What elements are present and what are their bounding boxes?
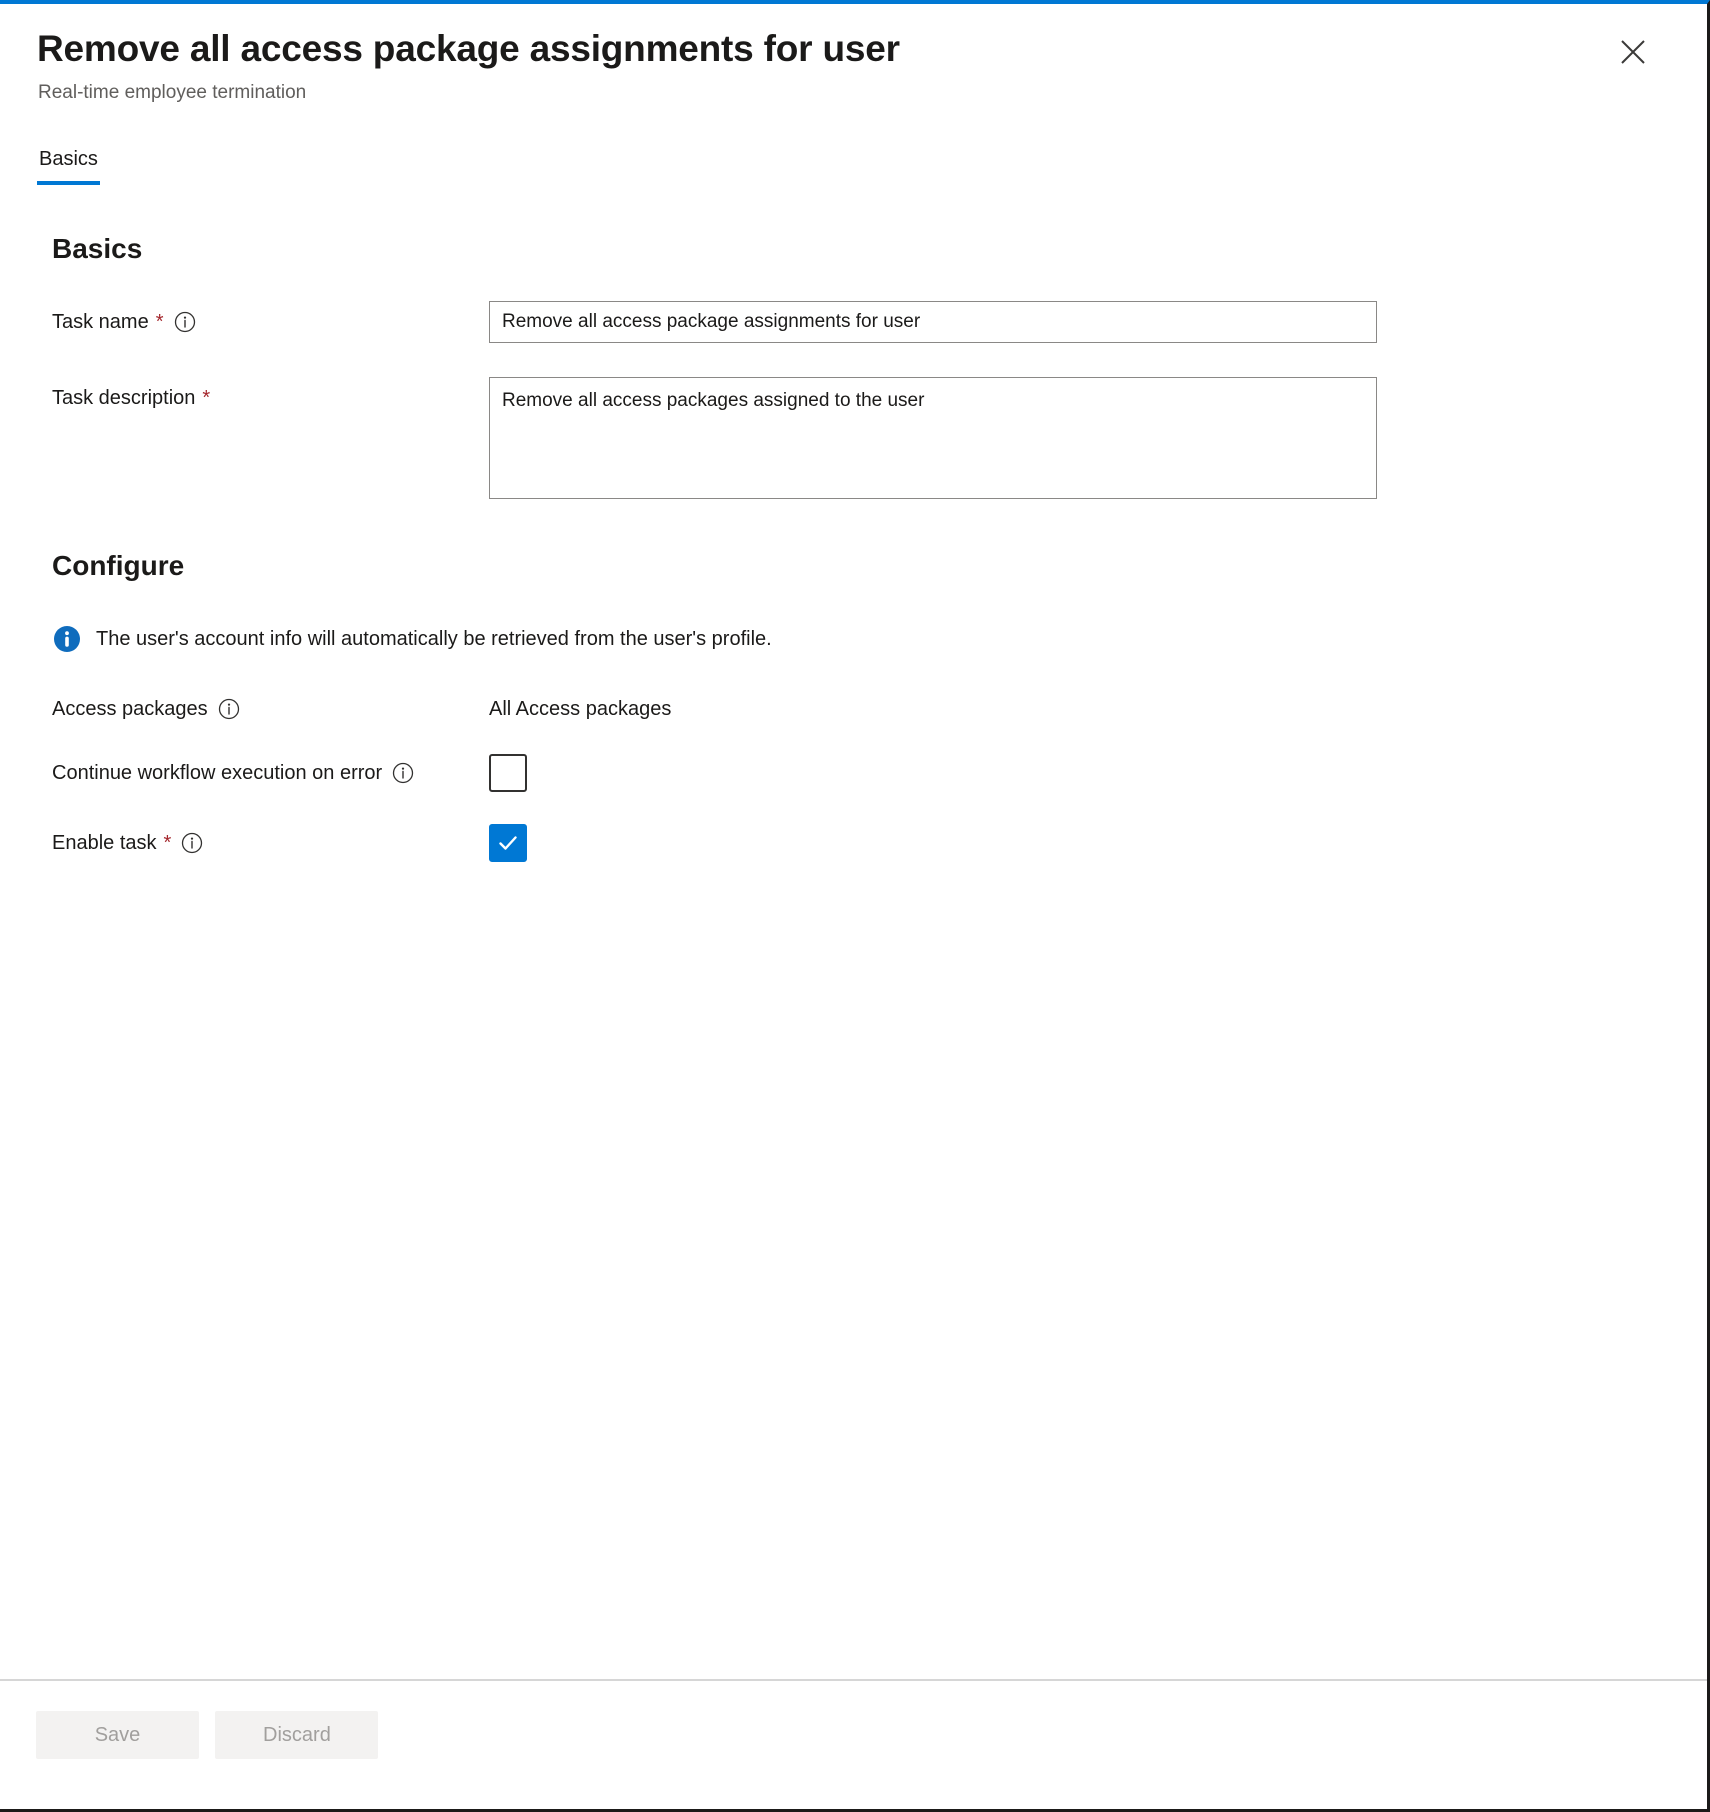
task-name-label: Task name * [52,301,489,335]
blade-body: Basics Task name * Task de [0,185,1707,1679]
field-row-access-packages: Access packages All Access packages [52,688,1667,722]
info-banner-text: The user's account info will automatical… [96,628,772,650]
info-outline-icon[interactable] [218,698,240,720]
info-filled-icon [52,624,82,654]
page-title: Remove all access package assignments fo… [37,28,900,69]
save-button[interactable]: Save [36,1711,199,1759]
continue-on-error-label: Continue workflow execution on error [52,752,489,786]
info-outline-icon[interactable] [174,311,196,333]
field-row-continue-on-error: Continue workflow execution on error [52,752,1667,792]
task-description-input[interactable] [489,377,1377,499]
access-packages-value: All Access packages [489,698,672,720]
section-heading-basics: Basics [52,233,143,264]
continue-on-error-checkbox[interactable] [489,754,527,792]
enable-task-control [489,822,1667,862]
field-row-task-name: Task name * [52,301,1667,343]
section-heading-configure: Configure [52,550,185,581]
required-marker: * [202,387,211,409]
task-detail-blade: Remove all access package assignments fo… [0,0,1710,1812]
access-packages-label-text: Access packages [52,698,208,720]
access-packages-control: All Access packages [489,688,1667,722]
tab-basics-label: Basics [39,148,98,170]
tab-basics[interactable]: Basics [37,142,100,185]
info-outline-icon[interactable] [392,762,414,784]
task-name-label-text: Task name [52,311,149,333]
task-name-input[interactable] [489,301,1377,343]
enable-task-checkbox[interactable] [489,824,527,862]
continue-on-error-control [489,752,1667,792]
info-banner: The user's account info will automatical… [52,624,1667,654]
access-packages-label: Access packages [52,688,489,722]
blade-tabs: Basics [0,142,1707,185]
task-description-label-text: Task description [52,387,196,409]
close-icon [1620,39,1646,65]
continue-on-error-label-text: Continue workflow execution on error [52,762,383,784]
blade-header: Remove all access package assignments fo… [0,4,1707,106]
close-button[interactable] [1609,28,1657,76]
blade-footer: Save Discard [0,1679,1707,1809]
page-subtitle: Real-time employee termination [38,82,307,103]
task-description-control [489,377,1667,504]
required-marker: * [163,832,172,854]
field-row-task-description: Task description * [52,377,1667,504]
info-outline-icon[interactable] [181,832,203,854]
required-marker: * [155,311,164,333]
enable-task-label: Enable task * [52,822,489,856]
enable-task-label-text: Enable task [52,832,157,854]
discard-button[interactable]: Discard [215,1711,379,1759]
field-row-enable-task: Enable task * [52,822,1667,862]
task-description-label: Task description * [52,377,489,411]
task-name-control [489,301,1667,343]
